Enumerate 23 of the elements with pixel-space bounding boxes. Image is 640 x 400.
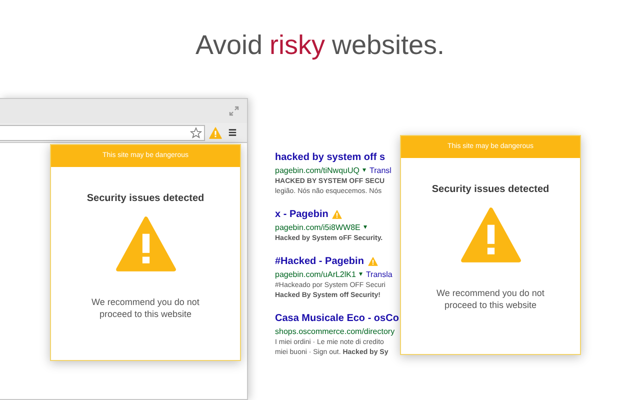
warning-icon xyxy=(114,216,176,272)
headline-word: risky xyxy=(270,28,325,62)
menu-icon[interactable] xyxy=(228,128,237,137)
popup-message: We recommend you do not proceed to this website xyxy=(436,287,546,311)
result-title[interactable]: x - Pagebin xyxy=(275,207,328,222)
warning-icon xyxy=(460,207,522,263)
result-url: pagebin.com/i5i8WW8E xyxy=(275,222,360,234)
popup-heading: Security issues detected xyxy=(432,183,550,197)
headline-word: Avoid xyxy=(195,28,262,62)
expand-icon[interactable] xyxy=(229,106,239,116)
translate-link[interactable]: Transl xyxy=(369,165,392,177)
result-url: shops.oscommerce.com/directory xyxy=(275,326,395,338)
result-title[interactable]: hacked by system off s xyxy=(275,150,386,165)
result-url: pagebin.com/tiNwquUQ xyxy=(275,165,360,177)
result-url: pagebin.com/uArL2lK1 xyxy=(275,269,356,281)
popup-message: We recommend you do not proceed to this website xyxy=(90,296,200,320)
warning-icon xyxy=(209,126,222,138)
star-icon[interactable] xyxy=(190,126,202,138)
popup-heading: Security issues detected xyxy=(86,192,204,206)
headline-word: websites. xyxy=(332,28,445,62)
result-title[interactable]: #Hacked - Pagebin xyxy=(275,254,364,269)
result-title[interactable]: Casa Musicale Eco - osCo xyxy=(275,311,399,326)
translate-link[interactable]: Transla xyxy=(366,269,392,281)
